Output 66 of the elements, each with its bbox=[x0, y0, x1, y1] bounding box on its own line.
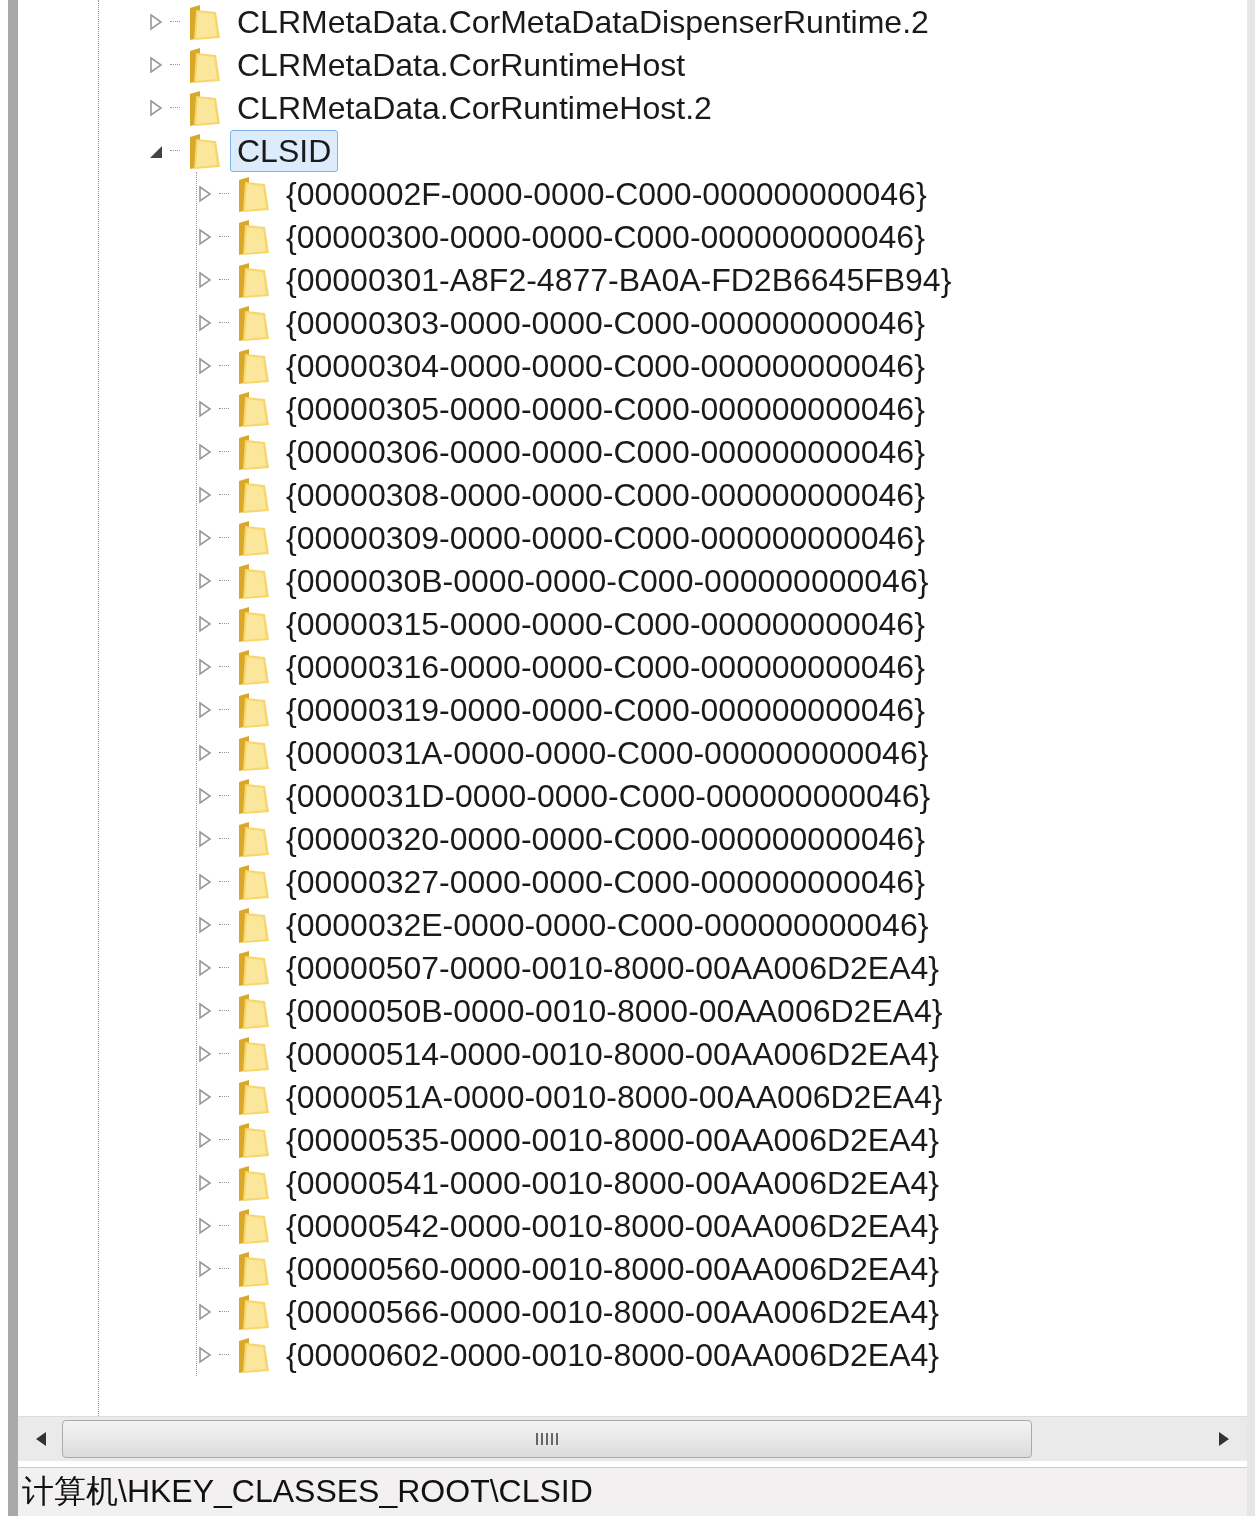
tree-item[interactable]: {0000050B-0000-0010-8000-00AA006D2EA4} bbox=[279, 989, 950, 1032]
expand-icon[interactable] bbox=[148, 12, 164, 31]
expand-icon[interactable] bbox=[197, 313, 213, 332]
tree-item[interactable]: CLRMetaData.CorMetaDataDispenserRuntime.2 bbox=[230, 0, 936, 43]
expand-icon[interactable] bbox=[197, 1130, 213, 1149]
tree-item[interactable]: {00000309-0000-0000-C000-000000000046} bbox=[279, 516, 932, 559]
tree-item[interactable]: {00000306-0000-0000-C000-000000000046} bbox=[279, 430, 932, 473]
tree-item[interactable]: CLSID bbox=[230, 129, 339, 172]
tree-item[interactable]: {00000300-0000-0000-C000-000000000046} bbox=[279, 215, 932, 258]
tree-item[interactable]: {00000308-0000-0000-C000-000000000046} bbox=[279, 473, 932, 516]
tree-item[interactable]: {00000541-0000-0010-8000-00AA006D2EA4} bbox=[279, 1161, 946, 1204]
expand-icon[interactable] bbox=[197, 399, 213, 418]
grip-icon bbox=[533, 1431, 561, 1448]
tree-item[interactable]: {00000514-0000-0010-8000-00AA006D2EA4} bbox=[279, 1032, 946, 1075]
tree-item[interactable]: {0000030B-0000-0000-C000-000000000046} bbox=[279, 559, 936, 602]
tree-item[interactable]: {00000319-0000-0000-C000-000000000046} bbox=[279, 688, 932, 731]
tree-item[interactable]: {00000304-0000-0000-C000-000000000046} bbox=[279, 344, 932, 387]
expand-icon[interactable] bbox=[197, 1345, 213, 1364]
tree-item[interactable]: {00000602-0000-0010-8000-00AA006D2EA4} bbox=[279, 1333, 946, 1376]
expand-icon[interactable] bbox=[197, 1087, 213, 1106]
status-path: 计算机\HKEY_CLASSES_ROOT\CLSID bbox=[22, 1472, 593, 1512]
tree-item[interactable]: {00000315-0000-0000-C000-000000000046} bbox=[279, 602, 932, 645]
tree-item[interactable]: {00000327-0000-0000-C000-000000000046} bbox=[279, 860, 932, 903]
expand-icon[interactable] bbox=[197, 270, 213, 289]
tree-item[interactable]: {00000507-0000-0010-8000-00AA006D2EA4} bbox=[279, 946, 946, 989]
expand-icon[interactable] bbox=[197, 356, 213, 375]
expand-icon[interactable] bbox=[197, 1001, 213, 1020]
tree-item[interactable]: {00000566-0000-0010-8000-00AA006D2EA4} bbox=[279, 1290, 946, 1333]
expand-icon[interactable] bbox=[148, 55, 164, 74]
expand-icon[interactable] bbox=[197, 829, 213, 848]
tree-item[interactable]: {0000051A-0000-0010-8000-00AA006D2EA4} bbox=[279, 1075, 950, 1118]
expand-icon[interactable] bbox=[197, 743, 213, 762]
tree-item[interactable]: {00000542-0000-0010-8000-00AA006D2EA4} bbox=[279, 1204, 946, 1247]
tree-item[interactable]: {0000031D-0000-0000-C000-000000000046} bbox=[279, 774, 938, 817]
expand-icon[interactable] bbox=[197, 227, 213, 246]
expand-icon[interactable] bbox=[197, 1216, 213, 1235]
tree-item[interactable]: {00000303-0000-0000-C000-000000000046} bbox=[279, 301, 932, 344]
tree-item[interactable]: {00000560-0000-0010-8000-00AA006D2EA4} bbox=[279, 1247, 946, 1290]
expand-icon[interactable] bbox=[148, 98, 164, 117]
tree-item[interactable]: {00000316-0000-0000-C000-000000000046} bbox=[279, 645, 932, 688]
tree-item[interactable]: {00000320-0000-0000-C000-000000000046} bbox=[279, 817, 932, 860]
expand-icon[interactable] bbox=[197, 485, 213, 504]
tree-item[interactable]: CLRMetaData.CorRuntimeHost bbox=[230, 43, 693, 86]
tree-item[interactable]: {0000002F-0000-0000-C000-000000000046} bbox=[279, 172, 934, 215]
tree-item[interactable]: {0000032E-0000-0000-C000-000000000046} bbox=[279, 903, 936, 946]
expand-icon[interactable] bbox=[197, 786, 213, 805]
tree-item[interactable]: {00000535-0000-0010-8000-00AA006D2EA4} bbox=[279, 1118, 946, 1161]
scrollbar-thumb[interactable] bbox=[62, 1420, 1032, 1459]
tree-item[interactable]: {00000301-A8F2-4877-BA0A-FD2B6645FB94} bbox=[279, 258, 959, 301]
expand-icon[interactable] bbox=[197, 1044, 213, 1063]
tree-item[interactable]: CLRMetaData.CorRuntimeHost.2 bbox=[230, 86, 719, 129]
tree-item[interactable]: {00000305-0000-0000-C000-000000000046} bbox=[279, 387, 932, 430]
expand-icon[interactable] bbox=[197, 184, 213, 203]
expand-icon[interactable] bbox=[197, 614, 213, 633]
expand-icon[interactable] bbox=[197, 958, 213, 977]
expand-icon[interactable] bbox=[197, 1173, 213, 1192]
expand-icon[interactable] bbox=[197, 442, 213, 461]
expand-icon[interactable] bbox=[197, 528, 213, 547]
expand-icon[interactable] bbox=[197, 571, 213, 590]
tree-item[interactable]: {0000031A-0000-0000-C000-000000000046} bbox=[279, 731, 936, 774]
expand-icon[interactable] bbox=[197, 657, 213, 676]
expand-icon[interactable] bbox=[197, 700, 213, 719]
expand-icon[interactable] bbox=[197, 1259, 213, 1278]
expand-icon[interactable] bbox=[197, 915, 213, 934]
expand-icon[interactable] bbox=[197, 1302, 213, 1321]
expand-icon[interactable] bbox=[197, 872, 213, 891]
